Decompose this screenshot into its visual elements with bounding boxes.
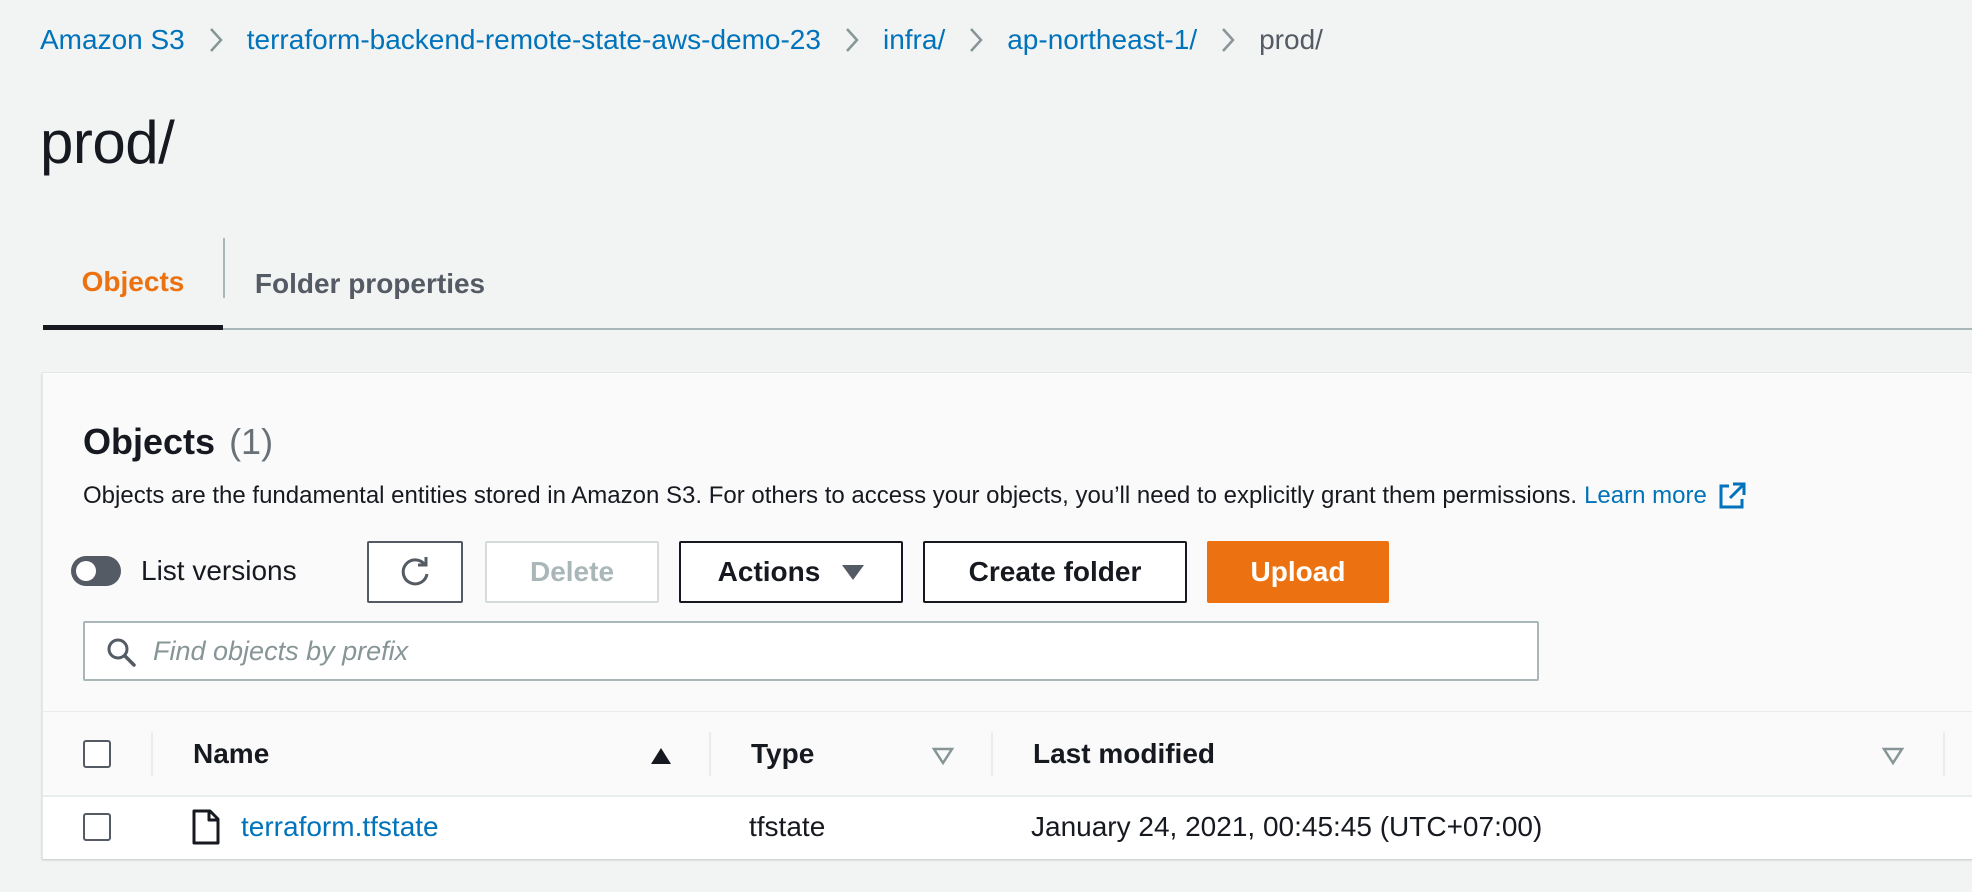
learn-more-link[interactable]: Learn more bbox=[1584, 482, 1707, 510]
page-title: prod/ bbox=[40, 109, 175, 176]
column-separator bbox=[709, 732, 711, 776]
select-all-checkbox[interactable] bbox=[83, 740, 111, 768]
column-separator bbox=[991, 732, 993, 776]
breadcrumb-current: prod/ bbox=[1259, 24, 1323, 55]
chevron-right-icon bbox=[821, 22, 883, 58]
file-icon bbox=[192, 809, 220, 845]
tab-objects[interactable]: Objects bbox=[43, 238, 223, 330]
breadcrumb-amazon-s3[interactable]: Amazon S3 bbox=[40, 24, 185, 56]
delete-button[interactable]: Delete bbox=[485, 541, 659, 603]
breadcrumb-bucket[interactable]: terraform-backend-remote-state-aws-demo-… bbox=[247, 24, 821, 56]
chevron-right-icon bbox=[185, 22, 247, 58]
chevron-right-icon bbox=[1197, 22, 1259, 58]
objects-heading: Objects (1) bbox=[83, 421, 273, 463]
column-header-last-modified[interactable]: Last modified bbox=[1033, 738, 1215, 770]
refresh-button[interactable] bbox=[367, 541, 463, 603]
s3-folder-page: Amazon S3 terraform-backend-remote-state… bbox=[0, 0, 1972, 892]
objects-heading-label: Objects bbox=[83, 421, 216, 462]
objects-toolbar: List versions Delete Actions Create fold… bbox=[71, 541, 1471, 603]
chevron-right-icon bbox=[945, 22, 1007, 58]
column-header-name[interactable]: Name bbox=[193, 738, 269, 770]
actions-button[interactable]: Actions bbox=[679, 541, 903, 603]
object-name-link[interactable]: terraform.tfstate bbox=[241, 811, 439, 843]
search-icon bbox=[107, 638, 136, 667]
sort-descending-icon[interactable] bbox=[1881, 746, 1905, 766]
external-link-icon[interactable] bbox=[1717, 481, 1747, 511]
sort-ascending-icon[interactable] bbox=[649, 746, 673, 766]
table-row: terraform.tfstate tfstate January 24, 20… bbox=[43, 797, 1972, 859]
table-header: Name Type Last modified bbox=[43, 711, 1972, 797]
breadcrumb-infra[interactable]: infra/ bbox=[883, 24, 945, 56]
breadcrumb: Amazon S3 terraform-backend-remote-state… bbox=[40, 22, 1323, 58]
list-versions-toggle[interactable] bbox=[71, 556, 121, 586]
search-input[interactable] bbox=[153, 623, 1523, 679]
refresh-icon bbox=[401, 557, 429, 586]
actions-button-label: Actions bbox=[717, 556, 821, 587]
list-versions-label: List versions bbox=[141, 555, 297, 586]
objects-description-text: Objects are the fundamental entities sto… bbox=[83, 482, 1578, 509]
column-separator bbox=[151, 732, 153, 776]
tab-folder-properties[interactable]: Folder properties bbox=[223, 238, 517, 330]
caret-down-icon bbox=[842, 564, 865, 580]
tab-bar: Objects Folder properties bbox=[43, 238, 1972, 330]
row-checkbox[interactable] bbox=[83, 813, 111, 841]
column-separator bbox=[1943, 732, 1945, 776]
create-folder-button[interactable]: Create folder bbox=[923, 541, 1187, 603]
objects-panel: Objects (1) Objects are the fundamental … bbox=[42, 372, 1972, 859]
upload-button[interactable]: Upload bbox=[1207, 541, 1389, 603]
objects-count: (1) bbox=[229, 421, 274, 462]
object-type: tfstate bbox=[749, 811, 826, 842]
objects-description: Objects are the fundamental entities sto… bbox=[83, 481, 1747, 511]
object-last-modified: January 24, 2021, 00:45:45 (UTC+07:00) bbox=[1031, 811, 1543, 842]
sort-descending-icon[interactable] bbox=[931, 746, 955, 766]
column-header-type[interactable]: Type bbox=[751, 738, 814, 770]
breadcrumb-region[interactable]: ap-northeast-1/ bbox=[1007, 24, 1197, 56]
search-box bbox=[83, 621, 1539, 681]
toggle-knob bbox=[76, 561, 96, 581]
